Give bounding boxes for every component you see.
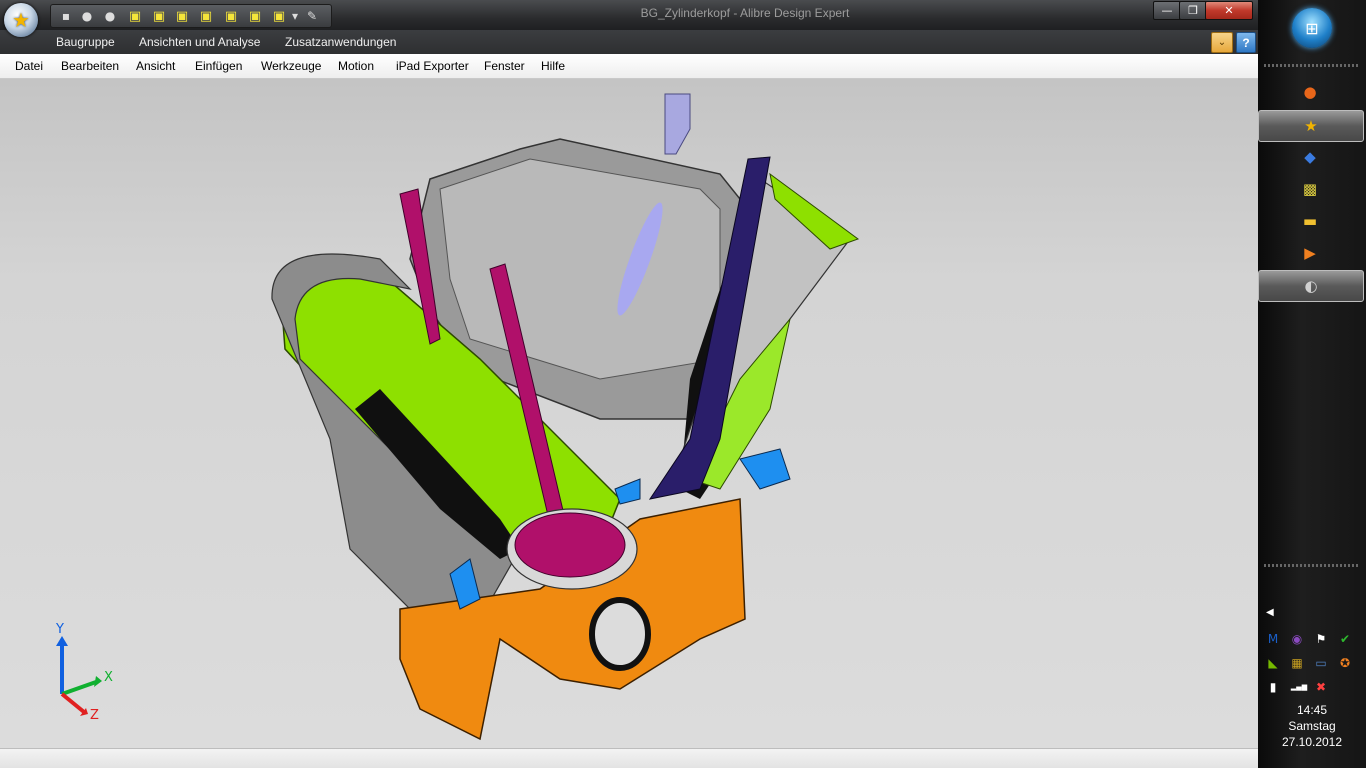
action-center-flag-icon[interactable]: ⚑ xyxy=(1312,630,1330,648)
measure-icon[interactable]: ✎ xyxy=(304,8,320,24)
signal-bars-icon[interactable]: ▂▄▆ xyxy=(1288,678,1310,696)
axis-triad: Y X Z xyxy=(40,622,130,724)
network-monitor-icon[interactable]: ▭ xyxy=(1312,654,1330,672)
malwarebytes-icon[interactable]: M xyxy=(1264,630,1282,648)
axis-label-y: Y xyxy=(56,622,64,637)
window-title: BG_Zylinderkopf - Alibre Design Expert xyxy=(640,6,850,20)
view-cube-iso-icon[interactable]: ▣ xyxy=(271,8,287,24)
minimize-button[interactable]: — xyxy=(1153,1,1181,20)
power-plug-icon[interactable]: ▮ xyxy=(1264,678,1282,696)
avast-icon[interactable]: ✪ xyxy=(1336,654,1354,672)
redo-icon[interactable]: ● xyxy=(102,8,118,24)
axis-label-z: Z xyxy=(90,708,99,723)
ribbon-expand-button[interactable]: ⌄ xyxy=(1211,32,1233,53)
alibre-icon[interactable]: ★ xyxy=(1258,110,1364,142)
close-button[interactable]: ✕ xyxy=(1205,1,1253,20)
undo-icon[interactable]: ● xyxy=(79,8,95,24)
volume-muted-icon[interactable]: ✖ xyxy=(1312,678,1330,696)
menu-ansicht[interactable]: Ansicht xyxy=(136,59,175,73)
menu-fenster[interactable]: Fenster xyxy=(484,59,525,73)
clock-time: 14:45 xyxy=(1296,703,1328,717)
paint-icon[interactable]: ◐ xyxy=(1258,270,1364,302)
tray-expand-icon[interactable]: ◀ xyxy=(1266,607,1274,618)
explorer-folder-icon[interactable]: ▬ xyxy=(1258,206,1362,236)
menu-motion[interactable]: Motion xyxy=(338,59,374,73)
tab-ansichten-und-analyse[interactable]: Ansichten und Analyse xyxy=(139,35,260,49)
spark-plug xyxy=(664,93,691,155)
tab-baugruppe[interactable]: Baugruppe xyxy=(56,35,115,49)
piston-pin-bore xyxy=(589,597,651,671)
menu-hilfe[interactable]: Hilfe xyxy=(541,59,565,73)
view-cube-back-icon[interactable]: ▣ xyxy=(151,8,167,24)
cylinder-head-model[interactable] xyxy=(0,79,1258,748)
view-cube-front-icon[interactable]: ▣ xyxy=(127,8,143,24)
view-cube-bottom-icon[interactable]: ▣ xyxy=(198,8,214,24)
water-jacket-right xyxy=(739,448,791,490)
purple-app-icon[interactable]: ◉ xyxy=(1288,630,1306,648)
nvidia-icon[interactable]: ◣ xyxy=(1264,654,1282,672)
menu-bar: Datei Bearbeiten Ansicht Einfügen Werkze… xyxy=(0,54,1258,79)
axis-triad-graphic xyxy=(56,636,102,716)
taskbar-grip-top xyxy=(1264,64,1360,67)
menu-bearbeiten[interactable]: Bearbeiten xyxy=(61,59,119,73)
alibre-window: ★ ▪ ● ● ▣ ▣ ▣ ▣ ▣ ▣ ▣ ▾ ✎ BG_Zylinderkopf - Alibre … xyxy=(0,0,1258,768)
sync-check-icon[interactable]: ✔ xyxy=(1336,630,1354,648)
system-clock[interactable]: 14:45 Samstag 27.10.2012 xyxy=(1258,702,1366,750)
view-cube-right-icon[interactable]: ▣ xyxy=(247,8,263,24)
menu-ipad-exporter[interactable]: iPad Exporter xyxy=(396,59,469,73)
ribbon-tab-bar: Baugruppe Ansichten und Analyse Zusatzan… xyxy=(0,30,1258,54)
taskbar-grip-bottom xyxy=(1264,564,1360,567)
quick-access-toolbar: ▪ ● ● ▣ ▣ ▣ ▣ ▣ ▣ ▣ ▾ ✎ xyxy=(50,4,332,28)
restore-button[interactable]: ❐ xyxy=(1179,1,1207,20)
menu-werkzeuge[interactable]: Werkzeuge xyxy=(261,59,321,73)
axis-label-x: X xyxy=(104,670,113,685)
view-cube-top-icon[interactable]: ▣ xyxy=(174,8,190,24)
windows-start-orb[interactable]: ⊞ xyxy=(1292,8,1332,48)
intake-valve-face xyxy=(514,512,626,578)
view-cube-left-icon[interactable]: ▣ xyxy=(223,8,239,24)
qat-customize-icon[interactable]: ▾ xyxy=(287,8,303,24)
menu-datei[interactable]: Datei xyxy=(15,59,43,73)
tab-zusatzanwendungen[interactable]: Zusatzanwendungen xyxy=(285,35,396,49)
windows-taskbar: ⊞ ● ★ ◆ ▩ ▬ ▶ ◐ ◀ M ◉ ⚑ ✔ ◣ ▦ ▭ ✪ ▮ ▂▄▆ ✖ 14:45 Samstag … xyxy=(1258,0,1366,768)
clock-date: 27.10.2012 xyxy=(1281,735,1343,749)
menu-einfuegen[interactable]: Einfügen xyxy=(195,59,242,73)
virtualbox-icon[interactable]: ◆ xyxy=(1258,142,1362,172)
chart-app-icon[interactable]: ▩ xyxy=(1258,174,1362,204)
save-icon[interactable]: ▪ xyxy=(58,8,74,24)
status-bar xyxy=(0,748,1258,768)
firefox-icon[interactable]: ● xyxy=(1258,77,1362,107)
alibre-star-icon[interactable]: ★ xyxy=(4,3,38,37)
clock-day: Samstag xyxy=(1288,719,1336,733)
3d-viewport[interactable]: Y X Z xyxy=(0,79,1258,748)
media-player-icon[interactable]: ▶ xyxy=(1258,238,1362,268)
help-button[interactable]: ? xyxy=(1236,32,1256,53)
water-jacket-mid xyxy=(614,478,641,505)
app-grid-icon[interactable]: ▦ xyxy=(1288,654,1306,672)
title-bar[interactable]: ★ ▪ ● ● ▣ ▣ ▣ ▣ ▣ ▣ ▣ ▾ ✎ BG_Zylinderkopf - Alibre … xyxy=(0,0,1258,37)
